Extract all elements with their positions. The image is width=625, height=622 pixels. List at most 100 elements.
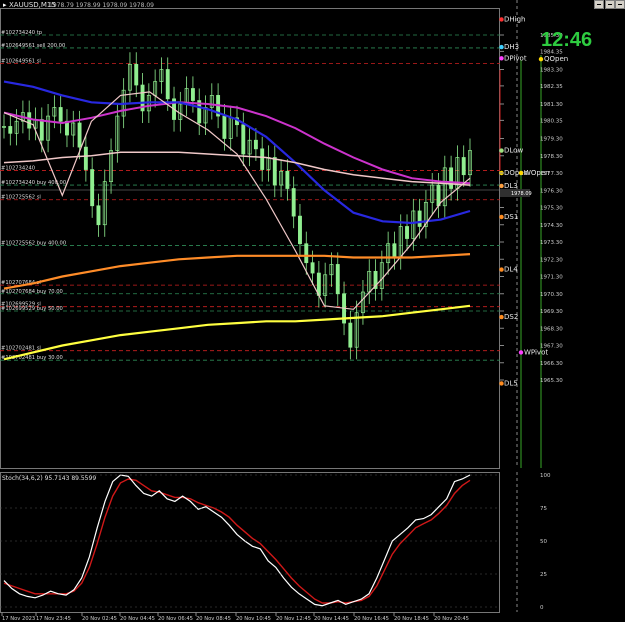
clock-display: 12:46 [541,29,592,51]
right-marker-label: WPivot [524,348,548,356]
osc-tick-label: 75 [540,506,547,512]
candle-body [241,124,246,155]
price-tick-label: 1974.30 [540,223,563,229]
order-line-label: #102649561 sell 200.00 [1,43,65,49]
pivot-label: DS1 [504,213,518,221]
chart-canvas[interactable]: #102734240 tp #102649561 sell 200.00 #1026… [0,0,625,622]
candle-body [461,157,466,176]
time-label: 20 Nov 14:45 [314,616,349,622]
ma-orange-line [3,253,471,290]
price-tick-label: 1979.30 [540,137,563,143]
candle-body [285,170,290,189]
ohlc-readout: 1978.79 1978.99 1978.09 1978.09 [49,2,154,9]
candle-body [222,115,227,139]
candle-body [134,63,139,86]
right-marker-dot [518,170,524,176]
osc-tick-label: 50 [540,539,547,545]
candle-body [304,243,309,264]
order-line-label: #102734240 [1,165,35,171]
pivot-label: DS2 [504,313,518,321]
stochastic-oscillator [3,474,471,607]
candle-body [298,215,302,245]
candle-body [392,243,397,258]
stoch-main-line [3,474,471,607]
candle-body [260,148,265,170]
price-tick-label: 1977.30 [540,171,563,177]
right-marker-label: QOpen [544,55,568,63]
candle-body [165,69,170,100]
pivot-markers: DHighDH3DPivotDLowDOpenDL3DS1DL4DS2DL5 [499,15,528,387]
price-panel-frame [0,8,500,469]
current-price-label: 1978.09 [511,191,532,197]
pivot-label: DL4 [504,266,518,274]
time-label: 20 Nov 04:45 [120,616,155,622]
order-line-label: #102707684 buy 70.00 [1,289,63,295]
maximize-icon[interactable] [605,0,615,9]
candle-body [335,264,340,295]
right-marker-dot [538,56,544,62]
candle-body [96,205,101,226]
time-label: 17 Nov 2023 [2,616,35,622]
price-tick-label: 1965.30 [540,378,563,384]
pivot-label: DH3 [504,43,519,51]
price-tick-label: 1966.30 [540,361,563,367]
candle-body [27,112,32,129]
oscillator-axis: 100 75 50 25 0 [0,473,551,611]
price-tick-label: 1967.30 [540,344,563,350]
price-tick-label: 1973.30 [540,240,563,246]
candle-body [449,167,454,189]
price-tick-label: 1969.30 [540,309,563,315]
order-line-label: #102734240 tp [1,30,43,36]
osc-tick-label: 100 [540,473,551,479]
osc-tick-label: 0 [540,605,544,611]
time-label: 17 Nov 23:45 [36,616,71,622]
price-tick-label: 1968.30 [540,326,563,332]
order-line-label: #102702481 sl [1,346,41,352]
ma-pink-slow-line [3,151,471,186]
order-line-label: #102699529 buy 50.00 [1,306,63,312]
price-tick-label: 1975.30 [540,206,563,212]
pivot-label: DL5 [504,379,518,387]
pivot-label: DLow [504,147,523,155]
time-label: 20 Nov 06:45 [158,616,193,622]
time-label: 20 Nov 18:45 [394,616,429,622]
close-icon[interactable] [615,0,625,9]
symbol-icon: ▸ [3,1,7,9]
time-axis: 17 Nov 2023 17 Nov 23:45 20 Nov 02:45 20 No… [1,612,469,622]
candle-body [58,107,63,122]
candle-body [8,126,13,134]
price-tick-label: 1976.30 [540,188,563,194]
ma-blue-line [3,80,471,225]
order-line-label: #102725562 buy 400.00 [1,240,66,246]
candle-body [190,88,195,101]
time-label: 20 Nov 10:45 [236,616,271,622]
price-tick-label: 1982.35 [540,84,563,90]
pivot-label: DL3 [504,182,518,190]
time-label: 20 Nov 16:45 [354,616,389,622]
right-marker-dot [518,350,524,355]
time-label: 20 Nov 02:45 [82,616,117,622]
candle-body [77,122,82,148]
candle-body [417,210,422,227]
order-line-label: #102649561 sl [1,58,41,64]
price-tick-label: 1978.30 [540,154,563,160]
price-tick-label: 1980.35 [540,118,563,124]
oscillator-title: Stoch(34,6,2) 95.7143 89.5599 [2,475,96,482]
price-tick-label: 1972.30 [540,257,563,263]
price-axis: 1985.301984.351983.301982.351981.301980.… [500,33,563,384]
candle-body [348,322,353,348]
candle-body [83,146,88,170]
minimize-icon[interactable] [594,0,604,9]
pivot-label: DHigh [504,15,525,23]
candle-body [310,262,315,274]
price-tick-label: 1971.30 [540,275,563,281]
ma-yellow-line [3,304,471,361]
price-tick-label: 1981.30 [540,102,563,108]
price-tick-label: 1983.30 [540,68,563,74]
candle-body [436,184,441,207]
candle-body [39,119,44,141]
price-tick-label: 1970.30 [540,292,563,298]
order-line-label: #102725562 sl [1,195,41,201]
candle-body [291,188,296,217]
time-label: 20 Nov 20:45 [434,616,469,622]
